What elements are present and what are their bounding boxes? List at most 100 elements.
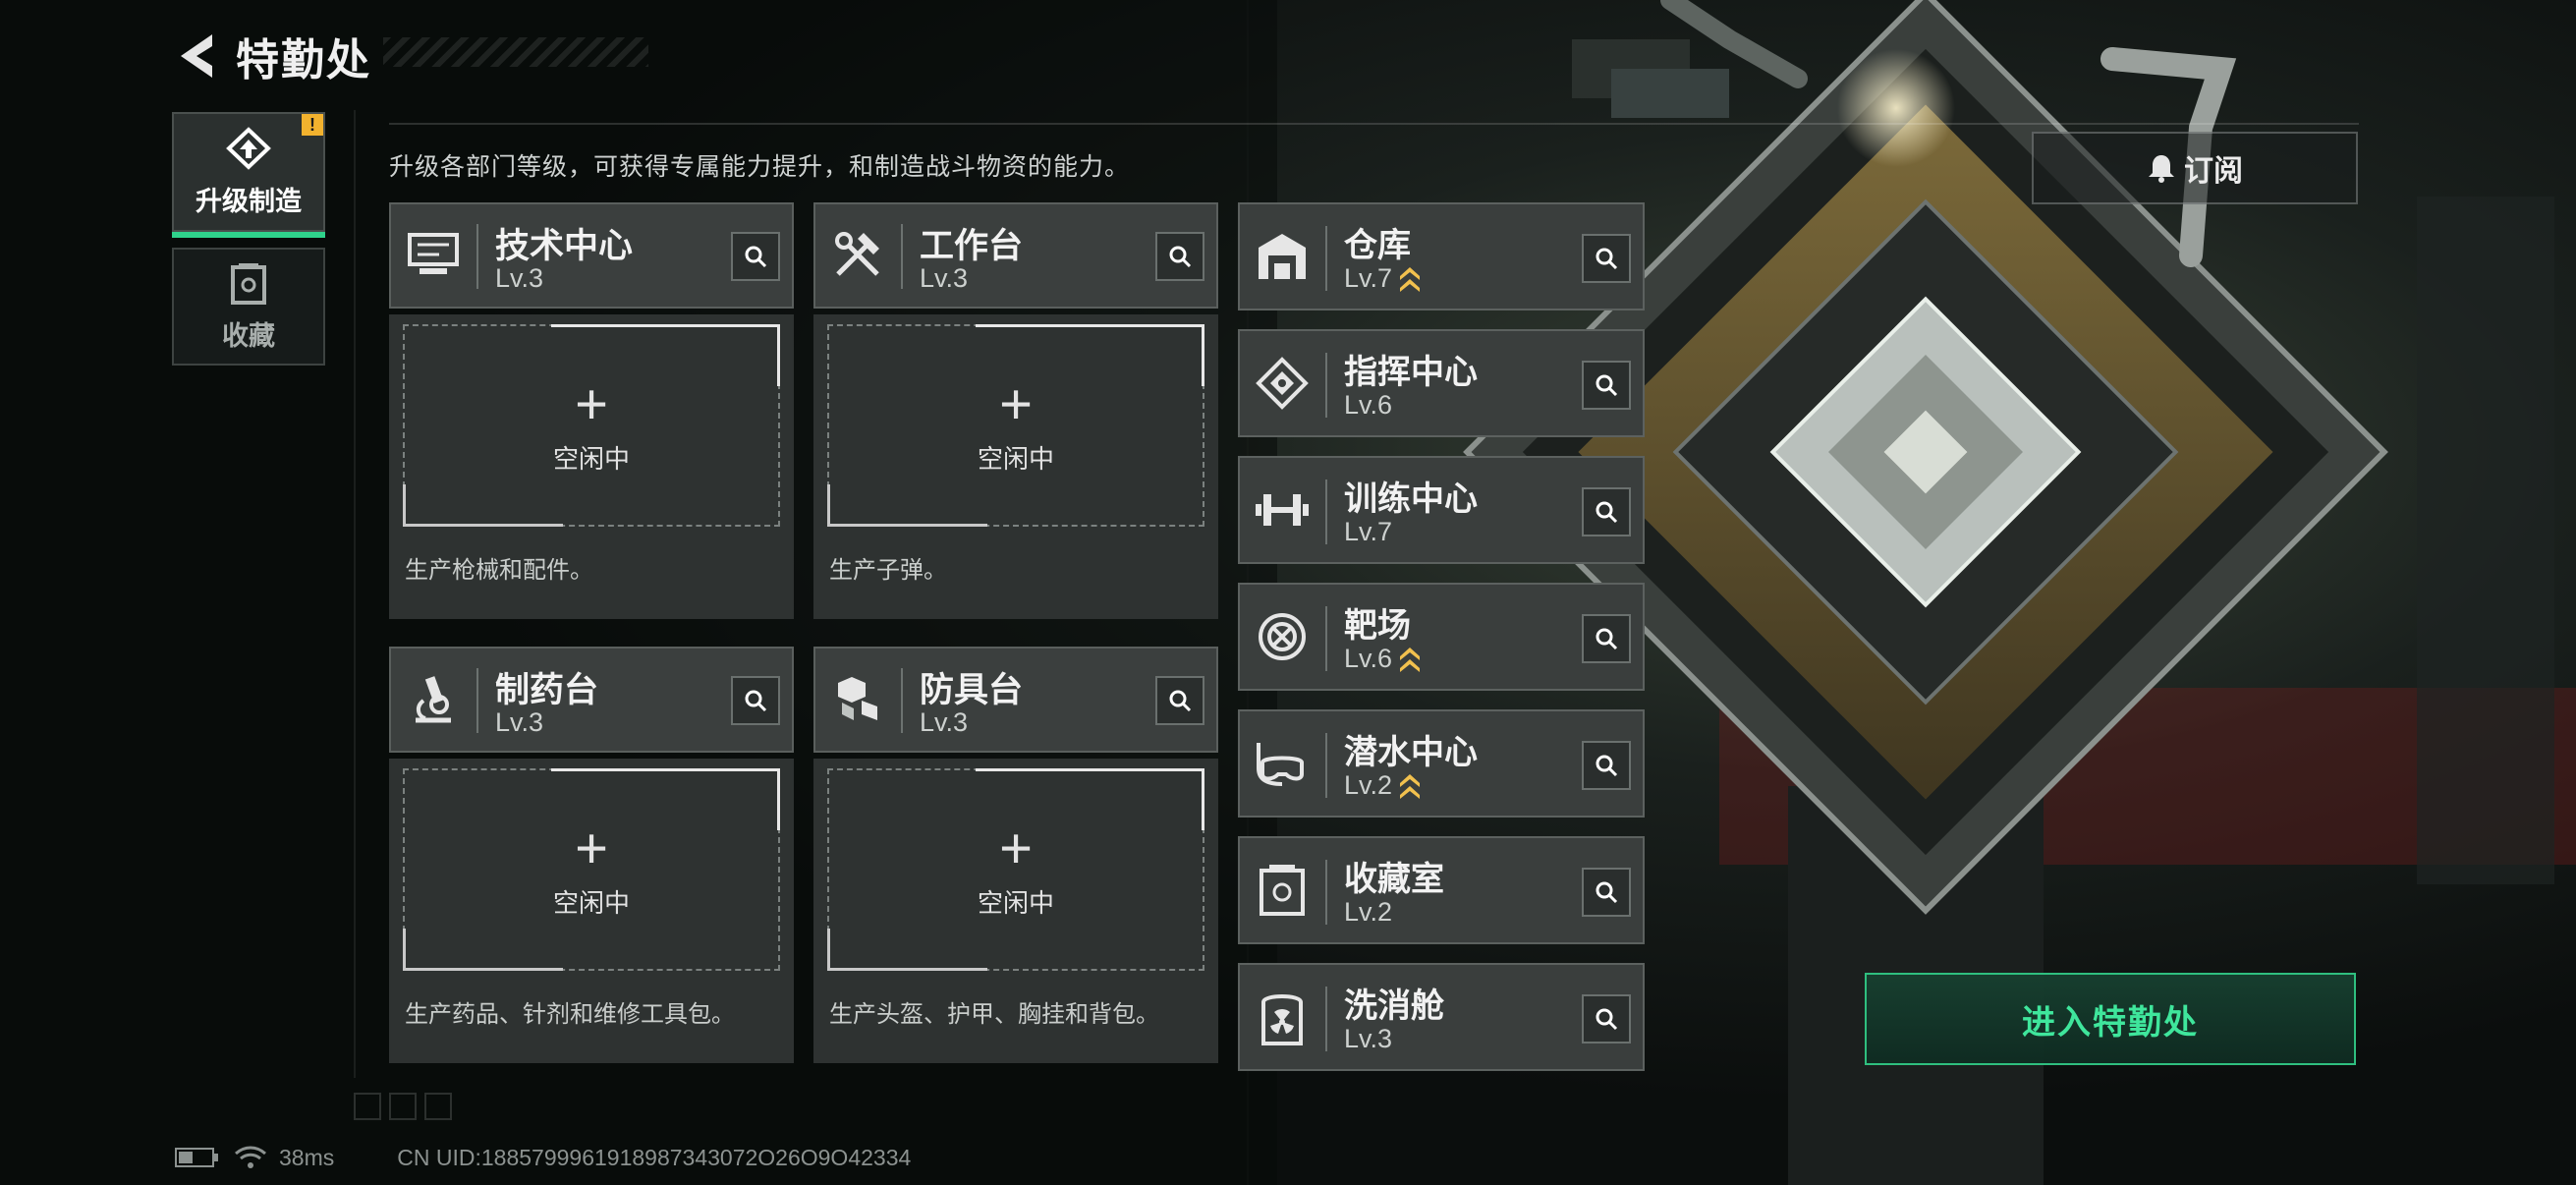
facility-shooting-range[interactable]: 靶场 Lv.6 — [1238, 583, 1645, 691]
workstation-header-workbench: 工作台 Lv.3 — [813, 202, 1218, 309]
workstation-level: Lv.3 — [495, 263, 544, 293]
tab-upgrade-manufacture[interactable]: ! 升级制造 — [172, 112, 325, 238]
divider — [1325, 226, 1327, 291]
search-icon — [745, 690, 767, 712]
divider — [1325, 987, 1327, 1051]
tab-collection[interactable]: 收藏 — [172, 248, 325, 366]
inspect-button[interactable] — [1582, 994, 1631, 1044]
production-slot[interactable]: + 空闲中 — [827, 768, 1204, 971]
divider — [901, 224, 903, 289]
collection-room-icon — [1250, 858, 1315, 923]
search-icon — [745, 246, 767, 268]
diving-mask-icon — [1250, 731, 1315, 796]
tech-center-icon — [401, 222, 466, 287]
facility-warehouse[interactable]: 仓库 Lv.7 — [1238, 202, 1645, 310]
production-slot[interactable]: + 空闲中 — [403, 324, 780, 527]
facility-decontamination[interactable]: 洗消舱 Lv.3 — [1238, 963, 1645, 1071]
divider — [1325, 733, 1327, 798]
search-icon — [1596, 501, 1618, 524]
subscribe-button[interactable]: 订阅 — [2032, 132, 2358, 204]
slot-corner-decoration — [976, 768, 1204, 830]
facility-collection-room[interactable]: 收藏室 Lv.2 — [1238, 836, 1645, 944]
slot-corner-decoration — [551, 768, 780, 830]
workstation-name: 防具台 — [920, 671, 1024, 709]
facility-command-center[interactable]: 指挥中心 Lv.6 — [1238, 329, 1645, 437]
upgrade-arrow-icon — [1400, 647, 1421, 672]
workstation-description: 生产头盔、护甲、胸挂和背包。 — [829, 1001, 1159, 1028]
divider — [1325, 480, 1327, 544]
facility-level: Lv.6 — [1344, 390, 1393, 420]
search-icon — [1596, 881, 1618, 904]
back-button[interactable] — [167, 27, 226, 85]
active-tab-indicator — [172, 232, 325, 238]
divider — [389, 123, 2359, 125]
facility-level: Lv.7 — [1344, 263, 1393, 293]
divider — [476, 668, 478, 733]
inspect-button[interactable] — [1155, 676, 1204, 725]
divider — [901, 668, 903, 733]
facility-training-center[interactable]: 训练中心 Lv.7 — [1238, 456, 1645, 564]
facility-level: Lv.7 — [1344, 517, 1393, 546]
workbench-icon — [825, 222, 890, 287]
slot-status: 空闲中 — [552, 887, 630, 918]
facility-level: Lv.2 — [1344, 897, 1393, 927]
tab-label: 收藏 — [222, 320, 275, 351]
inspect-button[interactable] — [1582, 614, 1631, 663]
decoration-square — [424, 1093, 452, 1120]
workstation-body: + 空闲中 生产枪械和配件。 — [389, 314, 794, 619]
command-center-icon — [1250, 351, 1315, 416]
workstation-header-armor-bench: 防具台 Lv.3 — [813, 647, 1218, 753]
target-icon — [1250, 604, 1315, 669]
facility-name: 指挥中心 — [1344, 354, 1478, 391]
facility-level-row: Lv.3 — [1344, 1024, 1392, 1054]
bell-icon — [2149, 155, 2174, 183]
facility-level: Lv.2 — [1344, 770, 1393, 800]
facility-name: 仓库 — [1344, 227, 1411, 264]
production-slot[interactable]: + 空闲中 — [403, 768, 780, 971]
slot-status: 空闲中 — [552, 443, 630, 474]
upgrade-icon — [226, 126, 271, 170]
decoration-square — [354, 1093, 381, 1120]
workstation-description: 生产药品、针剂和维修工具包。 — [405, 1001, 735, 1028]
workstation-name: 技术中心 — [495, 227, 634, 265]
enter-special-ops-button[interactable]: 进入特勤处 — [1865, 973, 2356, 1065]
workstation-body: + 空闲中 生产子弹。 — [813, 314, 1218, 619]
facility-level-row: Lv.7 — [1344, 263, 1422, 294]
facility-diving-center[interactable]: 潜水中心 Lv.2 — [1238, 709, 1645, 818]
inspect-button[interactable] — [1582, 741, 1631, 790]
subscribe-label: 订阅 — [2184, 155, 2243, 188]
upgrade-arrow-icon — [1400, 266, 1421, 292]
battery-icon — [175, 1148, 218, 1167]
slot-corner-decoration — [551, 324, 780, 386]
slot-status: 空闲中 — [977, 887, 1054, 918]
inspect-button[interactable] — [1582, 361, 1631, 410]
divider — [1325, 353, 1327, 418]
workstation-level: Lv.3 — [920, 263, 969, 293]
back-arrow-icon — [181, 34, 212, 78]
facility-level-row: Lv.2 — [1344, 897, 1392, 928]
inspect-button[interactable] — [1155, 232, 1204, 281]
page-header: 特勤处 — [167, 22, 371, 90]
divider — [1325, 860, 1327, 925]
divider — [354, 110, 356, 1078]
inspect-button[interactable] — [1582, 487, 1631, 536]
search-icon — [1596, 1008, 1618, 1031]
decoration-squares — [354, 1093, 452, 1120]
inspect-button[interactable] — [1582, 868, 1631, 917]
workstation-body: + 空闲中 生产头盔、护甲、胸挂和背包。 — [813, 759, 1218, 1063]
facility-name: 洗消舱 — [1344, 988, 1444, 1025]
facility-level-row: Lv.2 — [1344, 770, 1422, 801]
facility-name: 训练中心 — [1344, 480, 1478, 518]
inspect-button[interactable] — [731, 232, 780, 281]
facility-name: 靶场 — [1344, 607, 1411, 645]
inspect-button[interactable] — [1582, 234, 1631, 283]
workstation-header-tech-center: 技术中心 Lv.3 — [389, 202, 794, 309]
workstation-header-pharmacy: 制药台 Lv.3 — [389, 647, 794, 753]
workstation-body: + 空闲中 生产药品、针剂和维修工具包。 — [389, 759, 794, 1063]
upgrade-arrow-icon — [1400, 773, 1421, 799]
inspect-button[interactable] — [731, 676, 780, 725]
production-slot[interactable]: + 空闲中 — [827, 324, 1204, 527]
workstation-level: Lv.3 — [920, 707, 969, 737]
divider — [476, 224, 478, 289]
workstation-description: 生产枪械和配件。 — [405, 557, 593, 584]
